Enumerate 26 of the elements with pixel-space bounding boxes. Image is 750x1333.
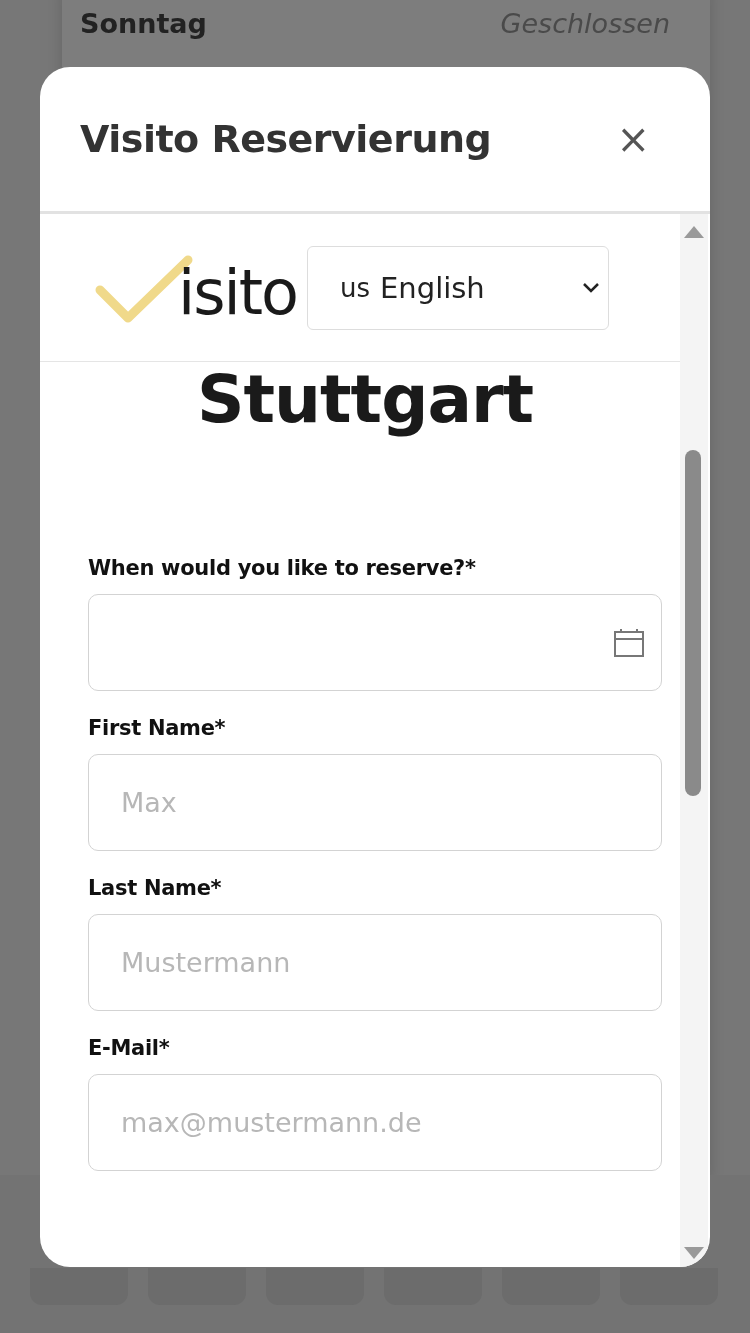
app-tile[interactable] — [384, 1268, 482, 1305]
chevron-icon — [582, 281, 600, 294]
day-label: Sonntag — [80, 8, 207, 39]
venue-title: Stuttgart — [195, 362, 535, 438]
app-tile[interactable] — [266, 1268, 364, 1305]
dialog-title: Visito Reservierung — [80, 117, 492, 161]
app-tile[interactable] — [148, 1268, 246, 1305]
app-tile[interactable] — [620, 1268, 718, 1305]
date-field[interactable] — [88, 594, 662, 691]
scroll-down-icon[interactable] — [684, 1247, 704, 1261]
input-field[interactable]: Max — [88, 754, 662, 851]
field-label: Last Name* — [88, 876, 223, 900]
app-tile[interactable] — [30, 1268, 128, 1305]
calendar-icon[interactable] — [613, 627, 645, 658]
input-field[interactable]: max@mustermann.de — [88, 1074, 662, 1171]
scroll-thumb[interactable] — [685, 450, 701, 796]
field-label: E-Mail* — [88, 1036, 171, 1060]
input-field[interactable]: Mustermann — [88, 914, 662, 1011]
scroll-up-icon[interactable] — [684, 224, 704, 238]
scrollbar[interactable] — [680, 214, 708, 1267]
app-tile[interactable] — [502, 1268, 600, 1305]
logo: isito — [94, 251, 297, 324]
close-button[interactable]: × — [612, 119, 654, 159]
field-label: First Name* — [88, 716, 227, 740]
language-select[interactable]: us English — [307, 245, 609, 330]
field-label: When would you like to reserve?* — [88, 556, 477, 580]
